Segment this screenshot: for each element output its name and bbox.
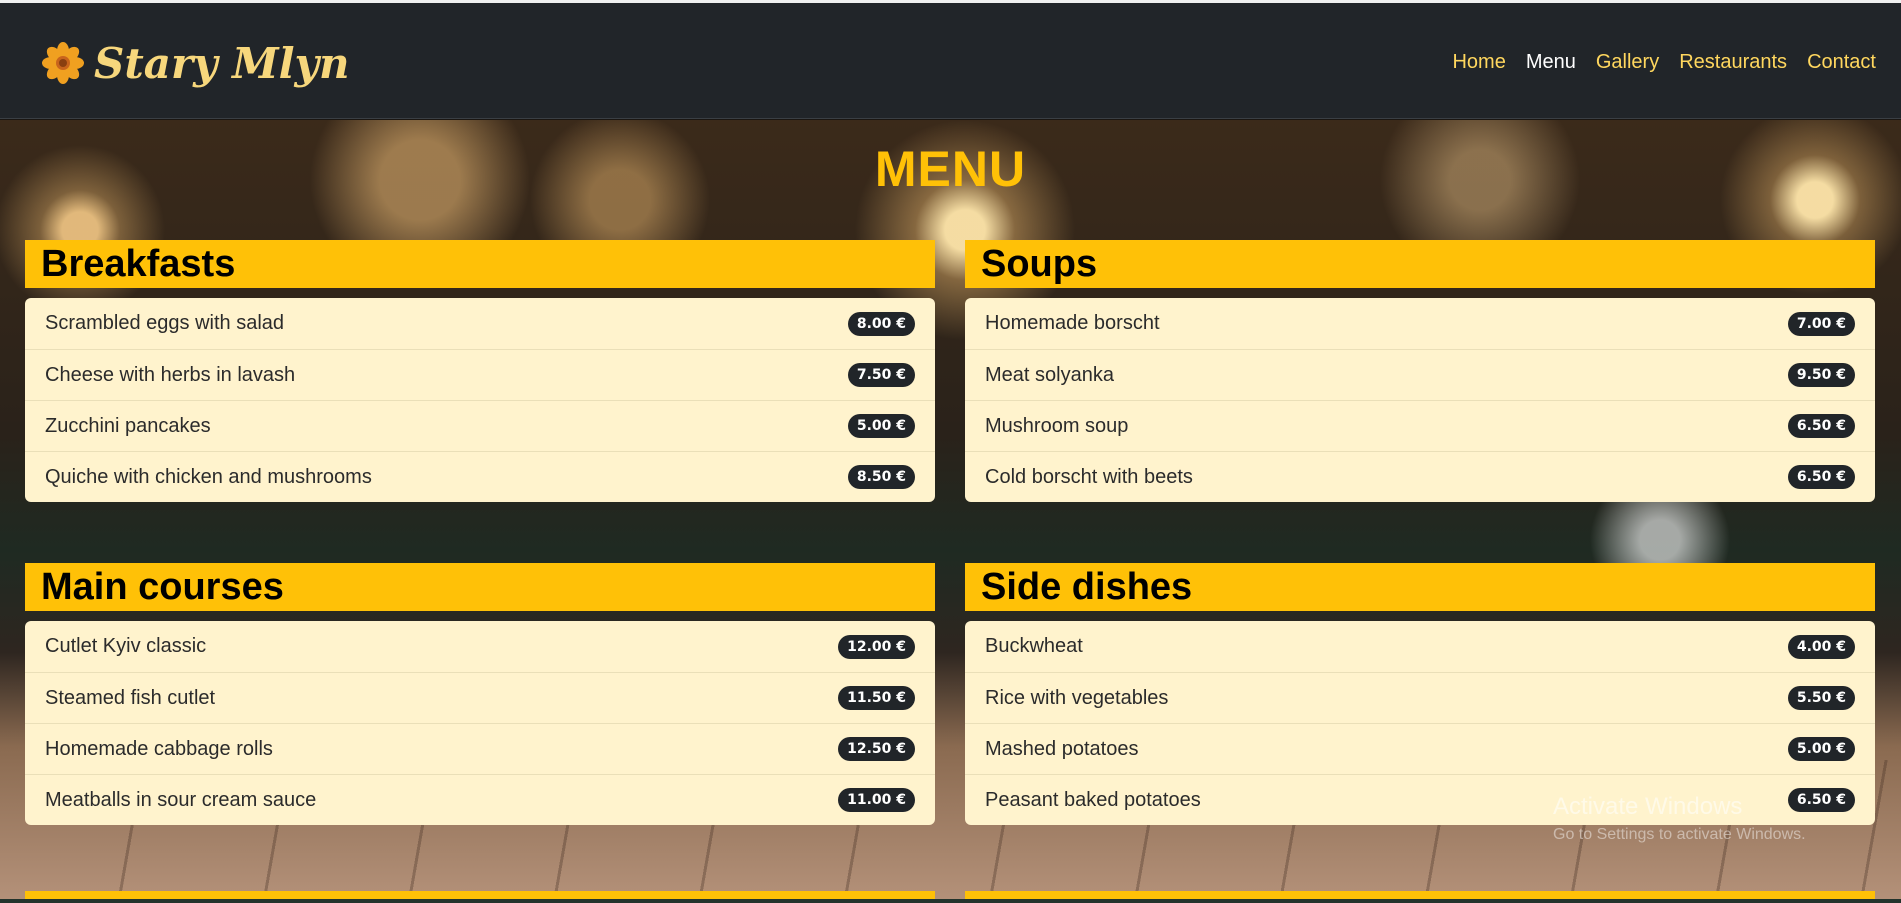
menu-item: Cutlet Kyiv classic 12.00 € [25, 621, 935, 672]
activate-windows-subtitle: Go to Settings to activate Windows. [1553, 826, 1806, 843]
item-name: Meat solyanka [985, 363, 1114, 386]
item-name: Homemade cabbage rolls [45, 737, 273, 760]
menu-item: Cold borscht with beets 6.50 € [965, 451, 1875, 502]
price-badge: 11.50 € [838, 686, 915, 710]
item-name: Steamed fish cutlet [45, 686, 216, 709]
price-badge: 7.00 € [1787, 311, 1855, 336]
brand[interactable]: Stary Mlyn [42, 33, 350, 93]
menu-item: Buckwheat 4.00 € [965, 621, 1875, 672]
menu-list: Scrambled eggs with salad 8.00 € Cheese w… [25, 298, 935, 502]
price-badge: 5.50 € [1787, 686, 1855, 710]
price-badge: 4.00 € [1787, 634, 1855, 659]
nav-gallery[interactable]: Gallery [1596, 51, 1659, 74]
nav-home[interactable]: Home [1452, 51, 1505, 74]
section-soups: Soups Homemade borscht 7.00 € Meat solyan… [965, 240, 1875, 502]
item-name: Zucchini pancakes [45, 414, 211, 437]
item-name: Rice with vegetables [985, 686, 1169, 709]
section-title: Side dishes [965, 563, 1875, 611]
price-badge: 7.50 € [847, 363, 915, 387]
nav-restaurants[interactable]: Restaurants [1679, 51, 1787, 74]
navbar: Stary Mlyn Home Menu Gallery Restaurants… [0, 3, 1901, 119]
brand-name: Stary Mlyn [94, 38, 350, 88]
price-badge: 9.50 € [1787, 363, 1855, 387]
menu-item: Homemade cabbage rolls 12.50 € [25, 723, 935, 774]
menu-list: Homemade borscht 7.00 € Meat solyanka 9.50… [965, 298, 1875, 502]
menu-item: Quiche with chicken and mushrooms 8.50 € [25, 451, 935, 502]
nav-menu[interactable]: Menu [1526, 51, 1576, 74]
item-name: Scrambled eggs with salad [45, 312, 285, 334]
menu-item: Mushroom soup 6.50 € [965, 400, 1875, 451]
menu-item: Rice with vegetables 5.50 € [965, 672, 1875, 723]
item-name: Cold borscht with beets [985, 465, 1193, 488]
section-main-courses: Main courses Cutlet Kyiv classic 12.00 € … [25, 563, 935, 825]
flower-icon [42, 42, 84, 84]
nav-links: Home Menu Gallery Restaurants Contact [1452, 51, 1876, 74]
item-name: Peasant baked potatoes [985, 788, 1201, 811]
section-breakfasts: Breakfasts Scrambled eggs with salad 8.00… [25, 240, 935, 502]
item-name: Cutlet Kyiv classic [45, 635, 207, 657]
item-name: Cheese with herbs in lavash [45, 363, 296, 386]
price-badge: 5.00 € [1787, 737, 1855, 761]
price-badge: 8.50 € [847, 465, 915, 489]
price-badge: 8.00 € [847, 311, 915, 336]
item-name: Meatballs in sour cream sauce [45, 788, 317, 811]
menu-item: Zucchini pancakes 5.00 € [25, 400, 935, 451]
price-badge: 11.00 € [838, 788, 915, 812]
menu-hero: MENU Breakfasts Scrambled eggs with sala… [0, 120, 1901, 903]
price-badge: 6.50 € [1787, 788, 1855, 812]
item-name: Homemade borscht [985, 312, 1160, 334]
price-badge: 5.00 € [847, 414, 915, 438]
activate-windows-title: Activate Windows [1553, 793, 1743, 820]
section-side-dishes: Side dishes Buckwheat 4.00 € Rice with ve… [965, 563, 1875, 825]
nav-contact[interactable]: Contact [1807, 51, 1876, 74]
page-title: MENU [874, 141, 1027, 197]
section-title: Main courses [25, 563, 935, 611]
section-title: Breakfasts [25, 240, 935, 288]
menu-list: Cutlet Kyiv classic 12.00 € Steamed fish … [25, 621, 935, 825]
menu-item: Scrambled eggs with salad 8.00 € [25, 298, 935, 349]
item-name: Quiche with chicken and mushrooms [45, 465, 372, 488]
item-name: Mushroom soup [985, 414, 1129, 437]
menu-item: Homemade borscht 7.00 € [965, 298, 1875, 349]
section-title: Soups [965, 240, 1875, 288]
menu-item: Steamed fish cutlet 11.50 € [25, 672, 935, 723]
price-badge: 6.50 € [1787, 414, 1855, 438]
price-badge: 12.00 € [838, 634, 915, 659]
item-name: Mashed potatoes [985, 737, 1139, 760]
price-badge: 6.50 € [1787, 465, 1855, 489]
price-badge: 12.50 € [838, 737, 915, 761]
bottom-strip [0, 899, 1901, 903]
menu-item: Meatballs in sour cream sauce 11.00 € [25, 774, 935, 825]
menu-item: Meat solyanka 9.50 € [965, 349, 1875, 400]
menu-item: Mashed potatoes 5.00 € [965, 723, 1875, 774]
menu-item: Cheese with herbs in lavash 7.50 € [25, 349, 935, 400]
item-name: Buckwheat [985, 635, 1083, 657]
